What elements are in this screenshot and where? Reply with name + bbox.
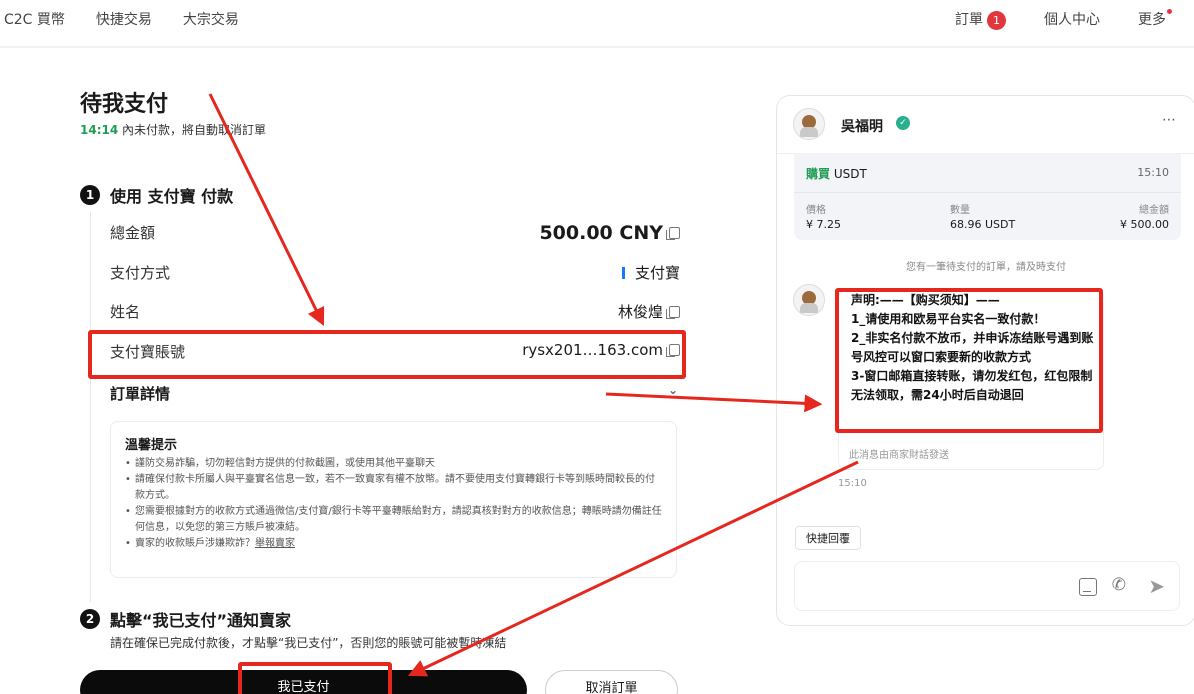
total-amount-label: 總金額 bbox=[110, 224, 156, 242]
step1-title-text: 使用 支付寶 付款 bbox=[110, 187, 234, 206]
merchant-avatar bbox=[793, 108, 825, 140]
copy-icon[interactable] bbox=[666, 227, 680, 240]
system-note: 您有一筆待支付的訂單，請及時支付 bbox=[906, 262, 1066, 273]
nav-divider bbox=[0, 46, 1194, 48]
alipay-mark-icon bbox=[621, 266, 625, 279]
nav-profile[interactable]: 個人中心 bbox=[1044, 9, 1100, 29]
chat-input[interactable]: ✆ ➤ bbox=[794, 561, 1180, 611]
order-details-label: 訂單詳情 bbox=[110, 385, 171, 403]
merchant-name[interactable]: 吳福明 bbox=[841, 116, 883, 136]
order-qty-value: 68.96 USDT bbox=[950, 218, 1016, 231]
step1-number: 1 bbox=[80, 185, 100, 205]
countdown-line: 14:14 內未付款，將自動取消訂單 bbox=[80, 121, 266, 138]
name-value: 林俊煌 bbox=[617, 303, 663, 321]
tips-list: 謹防交易詐騙，切勿輕信對方提供的付款截圖，或使用其他平臺聊天 請確保付款卡所屬人… bbox=[125, 456, 662, 552]
tips-box: 溫馨提示 謹防交易詐騙，切勿輕信對方提供的付款截圖，或使用其他平臺聊天 請確保付… bbox=[110, 421, 677, 578]
report-seller-link[interactable]: 舉報賣家 bbox=[255, 538, 295, 549]
tip-item-text: 賣家的收款賬戶涉嫌欺詐？ bbox=[135, 538, 255, 549]
nav-more[interactable]: 更多 bbox=[1138, 9, 1172, 29]
phone-icon[interactable]: ✆ bbox=[1112, 575, 1126, 595]
total-amount-value-wrap: 500.00 CNY bbox=[539, 222, 680, 244]
total-amount-value: 500.00 CNY bbox=[539, 222, 663, 244]
order-summary-head: 購買 USDT bbox=[806, 165, 867, 182]
order-price-value: ¥ 7.25 bbox=[806, 218, 841, 231]
orders-count-badge: 1 bbox=[987, 10, 1006, 30]
tip-item: 請確保付款卡所屬人與平臺實名信息一致，若不一致賣家有權不放幣。請不要使用支付寶轉… bbox=[125, 472, 662, 504]
nav-orders-label: 訂單 bbox=[955, 12, 983, 28]
order-price-col: 價格 ¥ 7.25 bbox=[806, 201, 841, 231]
chat-header: 吳福明 ✓ ⋯ bbox=[777, 96, 1194, 154]
countdown-text: 內未付款，將自動取消訂單 bbox=[122, 123, 267, 137]
copy-icon[interactable] bbox=[666, 305, 680, 319]
payment-method-value: 支付寶 bbox=[634, 264, 680, 282]
nav-more-label: 更多 bbox=[1138, 12, 1166, 29]
order-asset: USDT bbox=[833, 167, 867, 181]
nav-right: 訂單 1 個人中心 更多 bbox=[955, 9, 1172, 30]
payment-method-value-wrap: 支付寶 bbox=[621, 262, 680, 283]
name-value-wrap: 林俊煌 bbox=[618, 301, 680, 322]
step2-number: 2 bbox=[80, 609, 100, 629]
order-total-value: ¥ 500.00 bbox=[1120, 218, 1169, 231]
quick-reply-button[interactable]: 快捷回覆 bbox=[795, 526, 861, 550]
tips-title: 溫馨提示 bbox=[125, 438, 178, 453]
nav-orders[interactable]: 訂單 1 bbox=[955, 9, 1006, 30]
nav-item-block-trade[interactable]: 大宗交易 bbox=[183, 9, 239, 29]
chat-message-footer: 此消息由商家財話發送 bbox=[849, 450, 949, 461]
order-price-label: 價格 bbox=[806, 205, 826, 216]
tip-item: 您需要根據對方的收款方式通過微信/支付寶/銀行卡等平臺轉賬給對方，請認真核對對方… bbox=[125, 504, 662, 536]
order-qty-label: 數量 bbox=[950, 205, 970, 216]
tip-item: 謹防交易詐騙，切勿輕信對方提供的付款截圖，或使用其他平臺聊天 bbox=[125, 456, 662, 472]
more-options-icon[interactable]: ⋯ bbox=[1162, 112, 1177, 128]
step-connector-line bbox=[90, 212, 91, 602]
nav-item-quick-trade[interactable]: 快捷交易 bbox=[96, 9, 152, 29]
order-total-label: 總金額 bbox=[1139, 205, 1169, 216]
row-total-amount: 總金額 500.00 CNY bbox=[110, 222, 680, 246]
step2-title: 2 點擊“我已支付”通知賣家 bbox=[80, 607, 291, 631]
cancel-order-button[interactable]: 取消訂單 bbox=[545, 670, 678, 694]
nav-left: C2C 買幣 快捷交易 大宗交易 bbox=[4, 9, 239, 29]
countdown-timer: 14:14 bbox=[80, 123, 119, 137]
name-label: 姓名 bbox=[110, 303, 141, 321]
step2-subtitle: 請在確保已完成付款後，才點擊“我已支付”，否則您的賬號可能被暫時凍結 bbox=[110, 636, 507, 650]
nav-item-c2c[interactable]: C2C 買幣 bbox=[4, 9, 65, 29]
merchant-avatar bbox=[793, 284, 825, 316]
top-nav: C2C 買幣 快捷交易 大宗交易 訂單 1 個人中心 更多 bbox=[0, 0, 1194, 38]
order-details-toggle[interactable]: 訂單詳情 ⌄ bbox=[110, 383, 680, 404]
row-name: 姓名 林俊煌 bbox=[110, 301, 680, 325]
chat-message-time: 15:10 bbox=[838, 478, 867, 489]
row-payment-method: 支付方式 支付寶 bbox=[110, 262, 680, 286]
image-icon[interactable] bbox=[1079, 578, 1097, 596]
annotation-box-account bbox=[88, 330, 686, 379]
step2-title-text: 點擊“我已支付”通知賣家 bbox=[110, 611, 292, 630]
order-time: 15:10 bbox=[1137, 166, 1169, 179]
order-qty-col: 數量 68.96 USDT bbox=[950, 201, 1015, 231]
tip-item: 賣家的收款賬戶涉嫌欺詐？舉報賣家 bbox=[125, 536, 662, 552]
chevron-down-icon: ⌄ bbox=[667, 383, 678, 397]
order-side: 購買 bbox=[806, 167, 831, 181]
annotation-box-message bbox=[835, 288, 1103, 433]
page-title: 待我支付 bbox=[80, 92, 169, 117]
send-icon[interactable]: ➤ bbox=[1148, 574, 1165, 598]
step1-title: 1 使用 支付寶 付款 bbox=[80, 183, 233, 207]
payment-method-label: 支付方式 bbox=[110, 264, 171, 282]
order-summary-card: 購買 USDT 15:10 價格 ¥ 7.25 數量 68.96 USDT 總金… bbox=[794, 154, 1181, 240]
annotation-box-paid-button bbox=[238, 662, 392, 694]
notification-dot bbox=[1167, 9, 1172, 15]
verified-icon: ✓ bbox=[896, 116, 910, 130]
order-summary-details: 價格 ¥ 7.25 數量 68.96 USDT 總金額 ¥ 500.00 bbox=[794, 192, 1181, 240]
order-total-col: 總金額 ¥ 500.00 bbox=[1120, 201, 1169, 231]
